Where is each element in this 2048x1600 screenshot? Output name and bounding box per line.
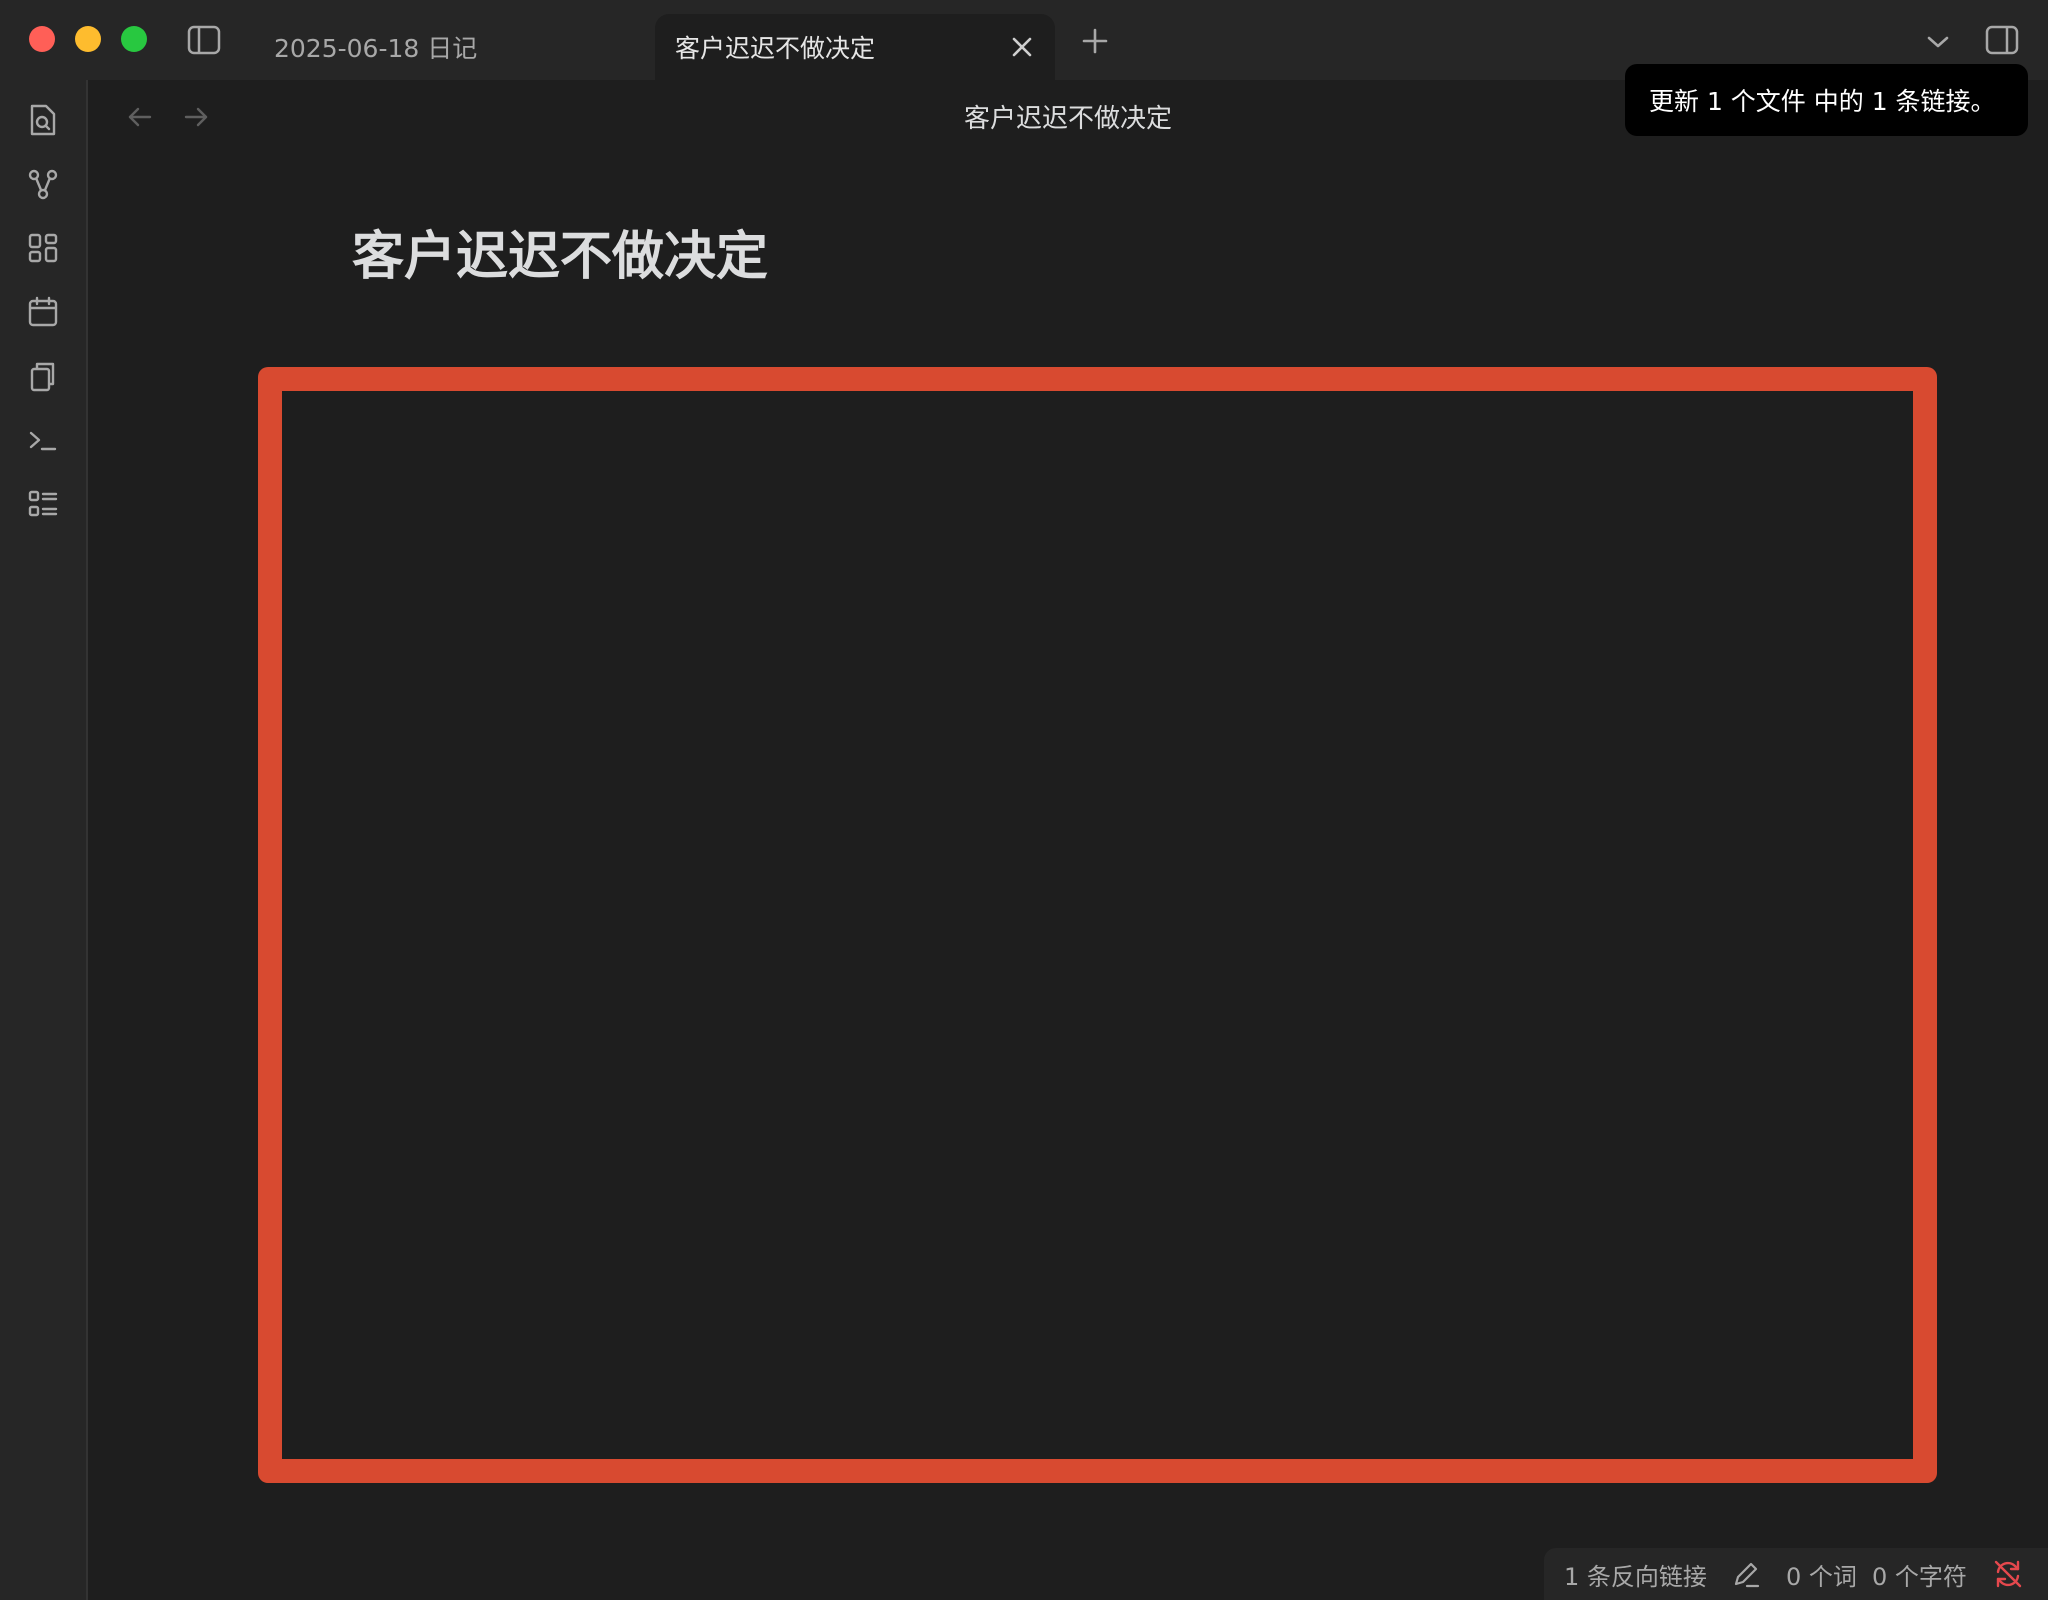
notice-text: 更新 1 个文件 中的 1 条链接。	[1649, 87, 1996, 116]
backlinks-count[interactable]: 1 条反向链接	[1564, 1557, 1707, 1592]
notice-toast[interactable]: 更新 1 个文件 中的 1 条链接。	[1625, 64, 2028, 136]
tab-list-button[interactable]	[1922, 26, 1954, 58]
minimize-window-button[interactable]	[75, 26, 101, 52]
editing-mode-button[interactable]	[1730, 1558, 1762, 1590]
tab-daily-note[interactable]: 2025-06-18 日记	[258, 14, 648, 80]
left-sidebar-toggle[interactable]	[186, 24, 222, 56]
sync-status-button[interactable]	[1990, 1556, 2026, 1592]
view-header-title[interactable]: 客户迟迟不做决定	[868, 98, 1268, 135]
new-tab-button[interactable]	[1078, 24, 1112, 58]
list-icon	[28, 490, 58, 517]
plus-icon	[1082, 28, 1108, 54]
daily-notes-button[interactable]	[23, 292, 63, 332]
right-sidebar-toggle[interactable]	[1984, 22, 2020, 58]
navigate-forward-button[interactable]	[179, 100, 213, 134]
canvas-button[interactable]	[23, 228, 63, 268]
character-count: 0 个字符	[1872, 1562, 1967, 1591]
navigate-back-button[interactable]	[123, 100, 157, 134]
layout-grid-icon	[28, 233, 58, 263]
maximize-window-button[interactable]	[121, 26, 147, 52]
outline-button[interactable]	[23, 484, 63, 524]
tab-current-note[interactable]: 客户迟迟不做决定	[655, 14, 1055, 80]
close-tab-button[interactable]	[1007, 32, 1037, 62]
app-window: 2025-06-18 日记 客户迟迟不做决定 客户迟迟不做决定 更新 1 个文件…	[0, 0, 2048, 1600]
command-palette-button[interactable]	[23, 420, 63, 460]
note-inline-title[interactable]: 客户迟迟不做决定	[352, 214, 768, 289]
tab-label: 客户迟迟不做决定	[675, 34, 876, 63]
sidebar-icon	[187, 25, 221, 55]
tab-label: 2025-06-18 日记	[274, 34, 478, 63]
close-icon	[1012, 37, 1032, 57]
search-file-icon	[30, 104, 56, 136]
sidebar-right-icon	[1985, 25, 2019, 55]
graph-view-button[interactable]	[23, 164, 63, 204]
status-bar: 1 条反向链接 0 个词 0 个字符	[1544, 1548, 2048, 1600]
quick-switcher-button[interactable]	[23, 100, 63, 140]
sync-off-icon	[1994, 1560, 2022, 1588]
arrow-left-icon	[128, 107, 152, 127]
word-count: 0 个词	[1786, 1562, 1857, 1591]
chevron-down-icon	[1927, 36, 1949, 48]
embedded-content-frame[interactable]	[258, 367, 1937, 1483]
calendar-icon	[28, 296, 58, 327]
terminal-icon	[29, 431, 57, 451]
graph-icon	[28, 169, 58, 200]
templates-button[interactable]	[23, 356, 63, 396]
arrow-right-icon	[184, 107, 208, 127]
left-ribbon	[0, 80, 88, 1600]
close-window-button[interactable]	[29, 26, 55, 52]
copy-icon	[30, 362, 55, 392]
pencil-icon	[1734, 1562, 1760, 1588]
